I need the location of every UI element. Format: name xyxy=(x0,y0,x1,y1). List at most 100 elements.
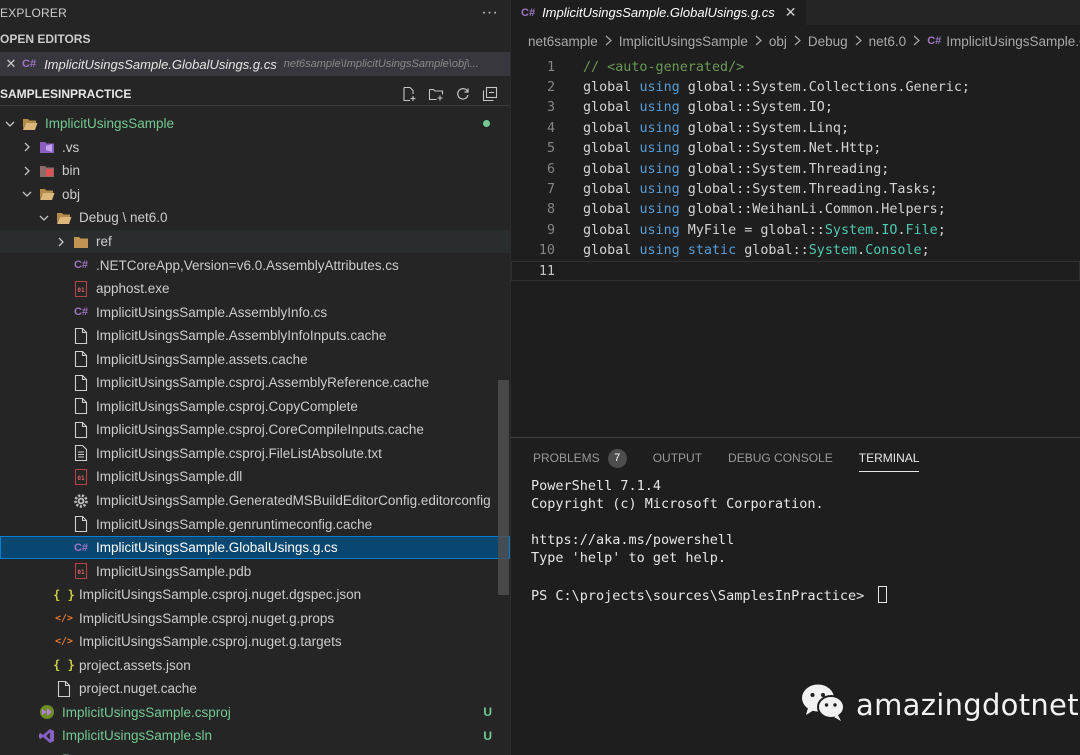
line-number: 5 xyxy=(546,141,555,157)
tree-item-label: obj xyxy=(62,186,81,202)
tree-file-item[interactable]: 01 ImplicitUsingsSample.pdb xyxy=(0,559,510,583)
code-token: global xyxy=(583,120,640,136)
new-file-icon[interactable] xyxy=(401,86,417,102)
tree-item-label: ref xyxy=(96,234,112,249)
line-number: 4 xyxy=(546,120,555,136)
tree-file-item[interactable]: ImplicitUsingsSample.sln U xyxy=(0,724,510,748)
code-line[interactable]: 6 global using global::System.Threading; xyxy=(511,159,1080,179)
tree-file-item[interactable]: ImplicitUsingsSample.assets.cache xyxy=(0,347,510,371)
breadcrumb-segment[interactable]: ImplicitUsingsSample xyxy=(619,34,748,49)
more-actions-icon[interactable]: ··· xyxy=(481,4,498,22)
tree-folder-item[interactable]: bin xyxy=(0,159,510,183)
breadcrumb-segment[interactable]: Debug xyxy=(808,34,848,49)
code-line[interactable]: 5 global using global::System.Net.Http; xyxy=(511,139,1080,159)
svg-text:01: 01 xyxy=(77,475,85,482)
code-line[interactable]: 11 xyxy=(511,260,1080,282)
open-editor-item[interactable]: ✕ C# ImplicitUsingsSample.GlobalUsings.g… xyxy=(0,52,510,76)
code-line[interactable]: 2 global using global::System.Collections… xyxy=(511,77,1080,97)
code-token: . xyxy=(897,222,906,238)
tree-file-item[interactable]: ImplicitUsingsSample.AssemblyInfoInputs.… xyxy=(0,324,510,348)
panel-tab-label: TERMINAL xyxy=(858,451,920,465)
tree-item-label: ImplicitUsingsSample.csproj.AssemblyRefe… xyxy=(96,375,430,391)
code-text: global using global::System.Threading.Ta… xyxy=(583,182,938,197)
code-line[interactable]: 8 global using global::WeihanLi.Common.He… xyxy=(511,200,1080,220)
code-text: global using global::WeihanLi.Common.Hel… xyxy=(583,202,946,217)
refresh-icon[interactable] xyxy=(455,86,471,102)
tree-file-item[interactable]: ImplicitUsingsSample.csproj.FileListAbso… xyxy=(0,442,510,466)
code-token: ; xyxy=(937,222,946,238)
chevron-right-icon[interactable] xyxy=(20,165,34,177)
close-icon[interactable]: ✕ xyxy=(0,56,20,72)
tree-file-item[interactable]: { } project.assets.json xyxy=(0,654,510,678)
close-icon[interactable]: ✕ xyxy=(785,4,797,21)
tree-folder-item[interactable]: obj xyxy=(0,183,510,207)
panel-tab-debug-console[interactable]: DEBUG CONSOLE xyxy=(728,438,833,478)
chevron-down-icon[interactable] xyxy=(20,188,34,200)
tree-item-label: ImplicitUsingsSample.csproj.FileListAbso… xyxy=(96,445,382,461)
panel-tab-terminal[interactable]: TERMINAL xyxy=(858,438,920,478)
tree-file-item[interactable]: 01 apphost.exe xyxy=(0,277,510,301)
code-line[interactable]: 4 global using global::System.Linq; xyxy=(511,118,1080,138)
terminal-output[interactable]: PowerShell 7.1.4 Copyright (c) Microsoft … xyxy=(511,478,1080,604)
tree-file-item[interactable]: ImplicitUsingsSample.GeneratedMSBuildEdi… xyxy=(0,489,510,513)
code-token: global::System.Collections.Generic; xyxy=(679,80,970,96)
tree-item-label: ImplicitUsingsSample.GlobalUsings.g.cs xyxy=(96,540,338,556)
explorer-scrollbar[interactable] xyxy=(498,380,509,595)
code-token: using xyxy=(639,243,680,259)
code-token: global xyxy=(583,100,640,116)
code-line[interactable]: 3 global using global::System.IO; xyxy=(511,98,1080,118)
breadcrumb-segment[interactable]: net6sample xyxy=(528,34,598,49)
code-line[interactable]: 10 global using static global::System.Con… xyxy=(511,241,1080,261)
workspace-title: SAMPLESINPRACTICE xyxy=(0,86,132,101)
tree-folder-item[interactable]: ImplicitUsingsSample xyxy=(0,112,510,136)
tree-file-item[interactable]: { } ImplicitUsingsSample.csproj.nuget.dgs… xyxy=(0,583,510,607)
panel-tab-output[interactable]: OUTPUT xyxy=(653,438,702,478)
code-token: global xyxy=(583,243,640,259)
code-line[interactable]: 7 global using global::System.Threading.T… xyxy=(511,179,1080,199)
chevron-right-icon[interactable] xyxy=(20,141,34,153)
breadcrumb-segment[interactable]: obj xyxy=(769,34,787,49)
editor-tab[interactable]: C# ImplicitUsingsSample.GlobalUsings.g.c… xyxy=(511,0,808,25)
tree-item-label: ImplicitUsingsSample.csproj.CopyComplete xyxy=(96,398,358,414)
open-editors-section-header[interactable]: OPEN EDITORS xyxy=(0,26,510,52)
tree-file-item[interactable]: </> ImplicitUsingsSample.csproj.nuget.g.t… xyxy=(0,630,510,654)
tree-file-item[interactable]: ImplicitUsingsSample.csproj U xyxy=(0,701,510,725)
line-number: 7 xyxy=(546,182,555,198)
folder-open-icon xyxy=(56,210,72,226)
chevron-right-icon xyxy=(912,34,921,49)
tree-folder-item[interactable]: ref xyxy=(0,229,510,254)
tree-file-item[interactable]: C# ImplicitUsingsSample.GlobalUsings.g.cs xyxy=(0,535,510,560)
file-tree: ImplicitUsingsSample .vs bin obj Debug \ net… xyxy=(0,106,510,755)
workspace-section-header[interactable]: SAMPLESINPRACTICE xyxy=(0,82,510,106)
breadcrumb-file[interactable]: ImplicitUsingsSample.GlobalUsings.g.cs xyxy=(946,34,1080,49)
tree-folder-item[interactable]: Debug \ net6.0 xyxy=(0,206,510,230)
tree-file-item[interactable]: </> ImplicitUsingsSample.csproj.nuget.g.p… xyxy=(0,606,510,630)
folder-open-icon xyxy=(22,116,38,132)
watermark: amazingdotnet xyxy=(800,682,1079,727)
binary-file-icon: 01 xyxy=(73,468,89,485)
new-folder-icon[interactable] xyxy=(428,86,444,102)
tree-file-item[interactable]: 01 ImplicitUsingsSample.dll xyxy=(0,465,510,489)
tree-file-item[interactable]: ImplicitUsingsSample.genruntimeconfig.ca… xyxy=(0,512,510,536)
chevron-right-icon[interactable] xyxy=(54,236,68,248)
tree-file-item[interactable]: C#Program.csU xyxy=(0,748,510,755)
tree-folder-item[interactable]: .vs xyxy=(0,136,510,160)
panel-tab-problems[interactable]: PROBLEMS 7 xyxy=(533,438,627,478)
breadcrumb-segment[interactable]: net6.0 xyxy=(869,34,907,49)
code-text: global using global::System.Collections.… xyxy=(583,80,970,95)
code-token: global::WeihanLi.Common.Helpers; xyxy=(679,202,946,218)
collapse-all-icon[interactable] xyxy=(482,86,498,102)
chevron-down-icon[interactable] xyxy=(37,212,51,224)
tree-file-item[interactable]: ImplicitUsingsSample.csproj.AssemblyRefe… xyxy=(0,371,510,395)
tree-file-item[interactable]: C# .NETCoreApp,Version=v6.0.AssemblyAttri… xyxy=(0,253,510,277)
chevron-down-icon[interactable] xyxy=(3,118,17,130)
tree-file-item[interactable]: ImplicitUsingsSample.csproj.CoreCompileI… xyxy=(0,418,510,442)
tree-file-item[interactable]: ImplicitUsingsSample.csproj.CopyComplete xyxy=(0,395,510,419)
tree-file-item[interactable]: C# ImplicitUsingsSample.AssemblyInfo.cs xyxy=(0,300,510,324)
code-line[interactable]: 1 // <auto-generated/> xyxy=(511,57,1080,77)
code-editor[interactable]: 1 // <auto-generated/> 2 global using globa… xyxy=(511,57,1080,282)
tree-item-label: ImplicitUsingsSample.pdb xyxy=(96,563,252,579)
code-line[interactable]: 9 global using MyFile = global::System.IO… xyxy=(511,220,1080,240)
tree-file-item[interactable]: project.nuget.cache xyxy=(0,677,510,701)
